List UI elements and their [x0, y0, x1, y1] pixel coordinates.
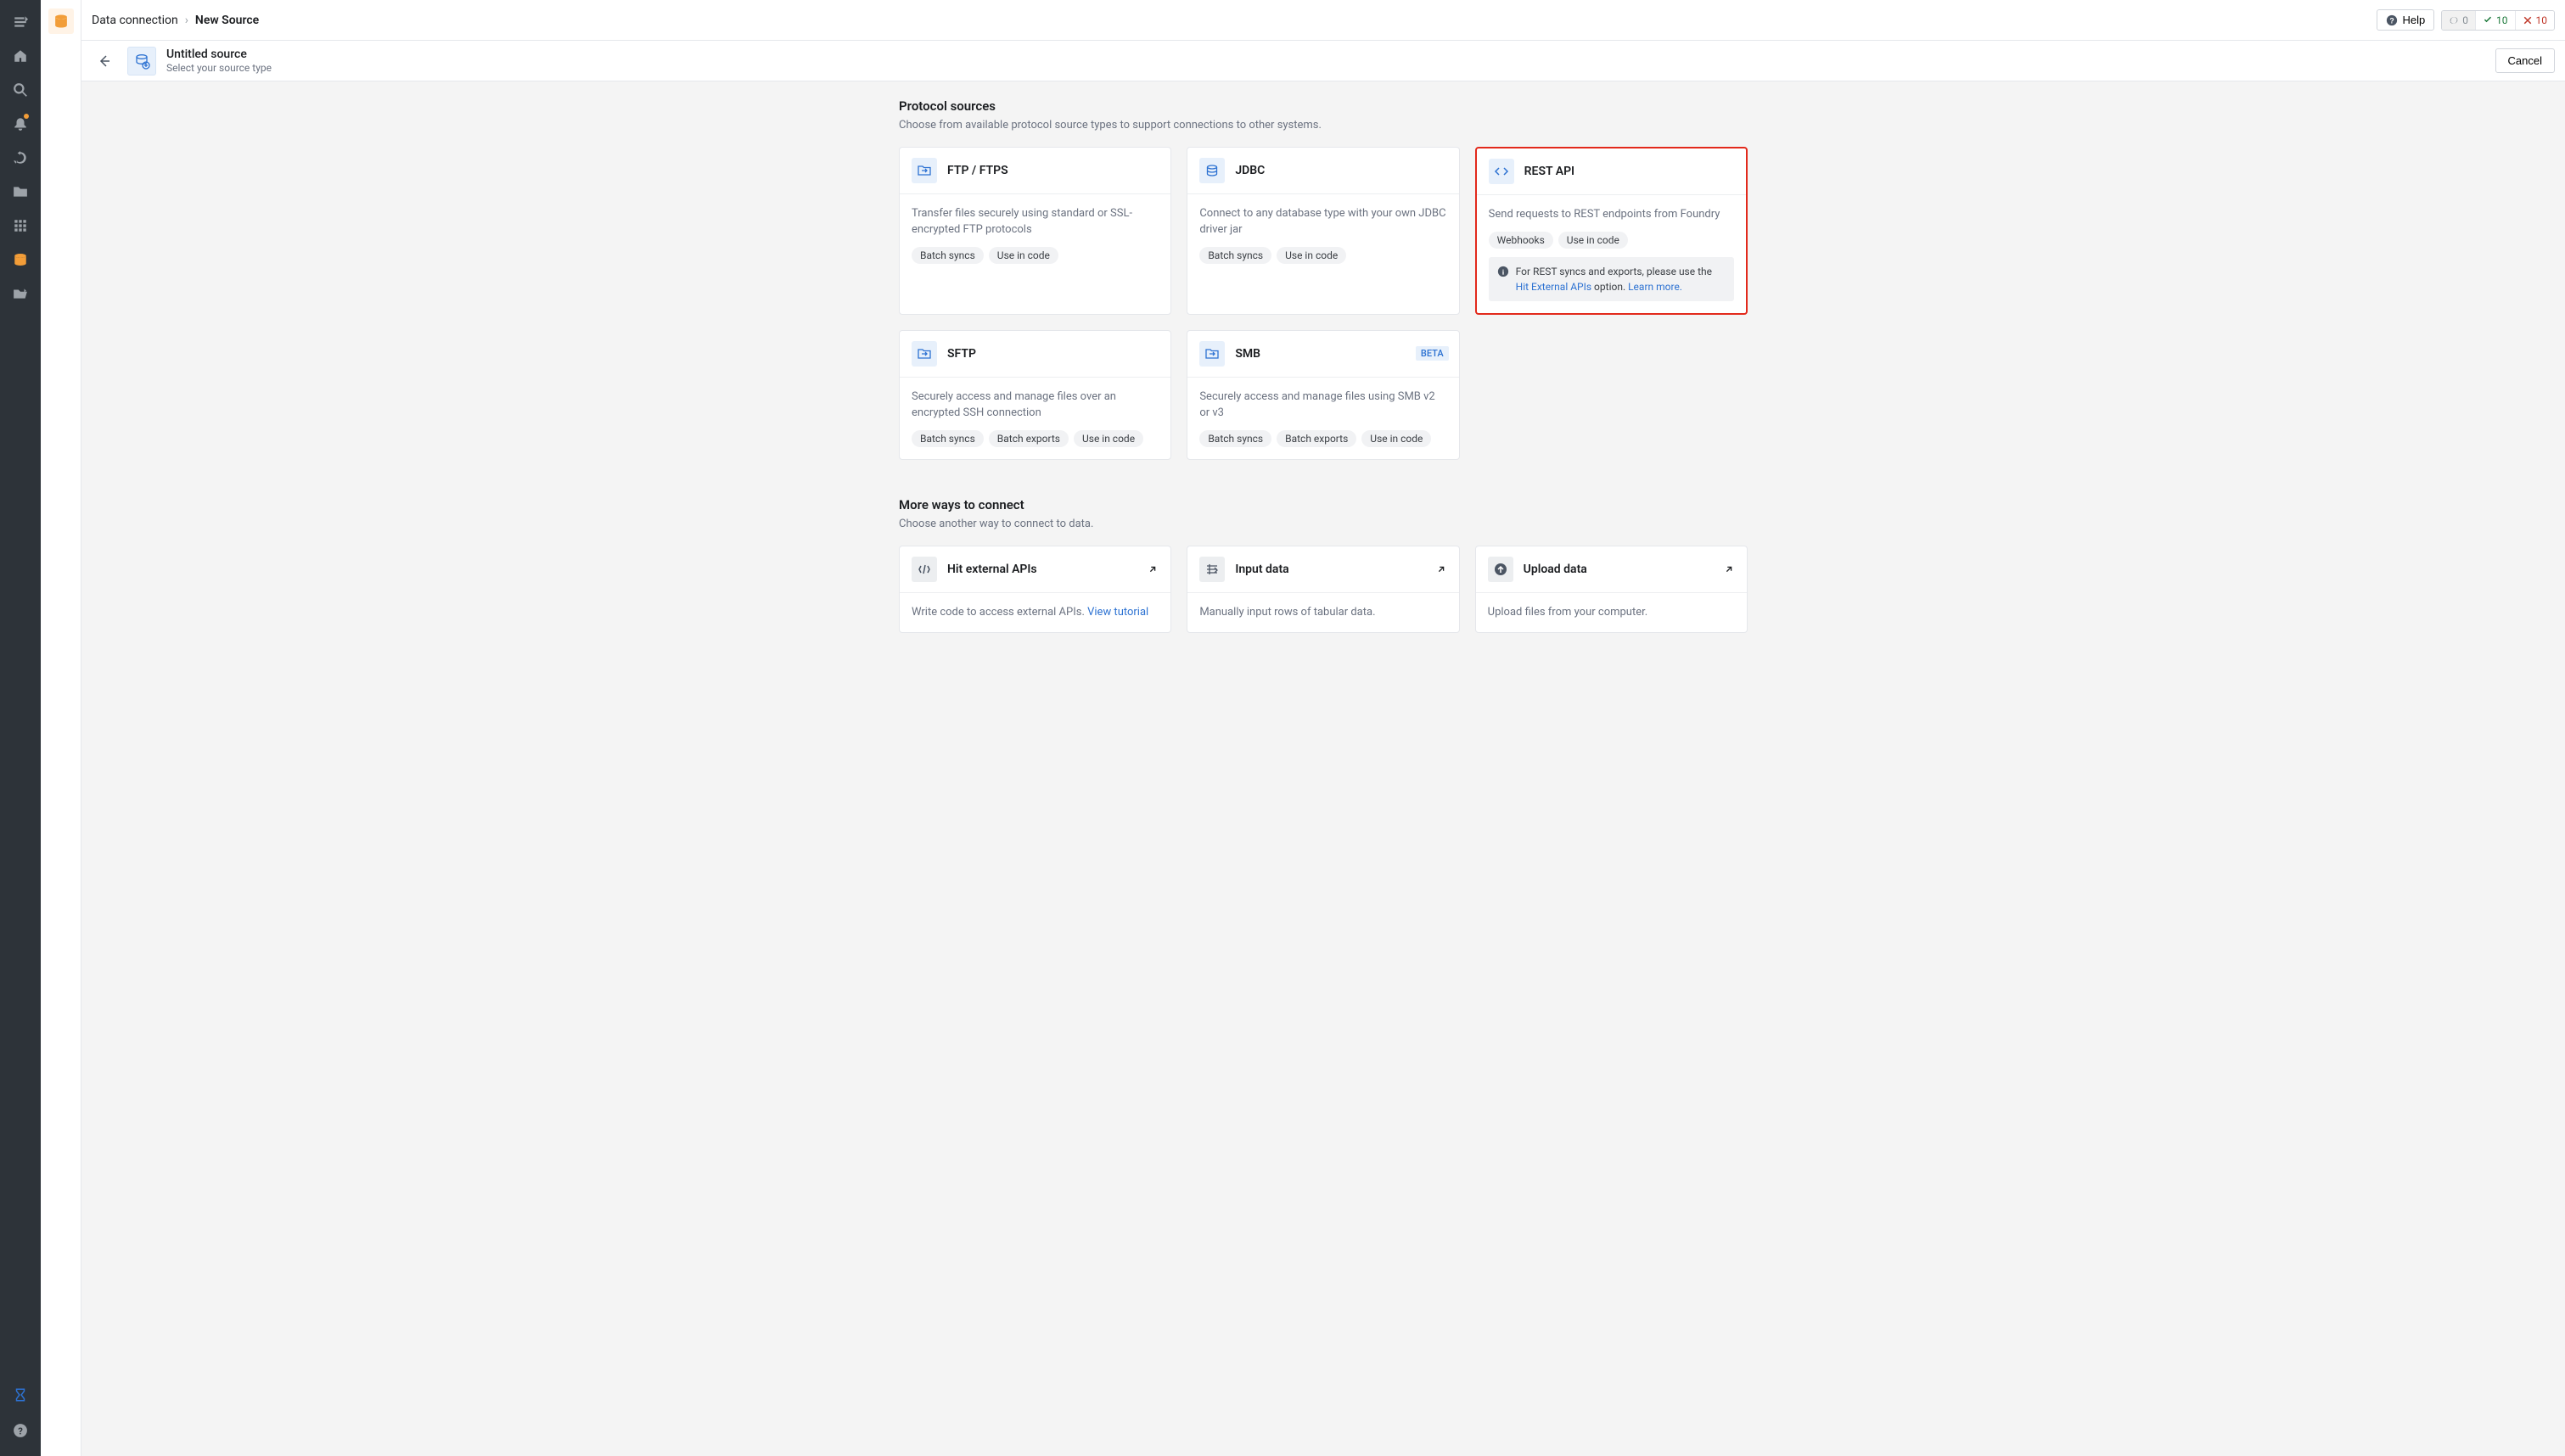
tag: Batch exports — [989, 430, 1069, 447]
protocol-section-title: Protocol sources — [899, 98, 1748, 114]
data-connection-icon[interactable] — [7, 246, 34, 273]
info-callout: i For REST syncs and exports, please use… — [1489, 257, 1734, 301]
code-icon — [1489, 159, 1514, 184]
external-arrow-icon — [1723, 563, 1735, 575]
card-upload-data[interactable]: Upload data Upload files from your compu… — [1475, 546, 1748, 634]
card-smb[interactable]: SMB BETA Securely access and manage file… — [1187, 330, 1459, 460]
status-group: 0 10 10 — [2441, 10, 2555, 31]
folder-transfer-icon — [1199, 341, 1225, 367]
tag: Batch syncs — [1199, 247, 1271, 264]
tag: Batch exports — [1277, 430, 1356, 447]
help-label: Help — [2403, 14, 2426, 26]
status-syncing[interactable]: 0 — [2442, 11, 2475, 30]
tag: Batch syncs — [912, 247, 984, 264]
top-bar: Data connection › New Source ? Help 0 10 — [81, 0, 2565, 41]
tag: Use in code — [1558, 232, 1628, 249]
status-ok[interactable]: 10 — [2475, 11, 2515, 30]
history-icon[interactable] — [7, 144, 34, 171]
view-tutorial-link[interactable]: View tutorial — [1087, 606, 1148, 619]
tag: Webhooks — [1489, 232, 1553, 249]
svg-text:?: ? — [2389, 16, 2394, 25]
card-ftp[interactable]: FTP / FTPS Transfer files securely using… — [899, 147, 1171, 315]
protocol-section-desc: Choose from available protocol source ty… — [899, 119, 1748, 132]
api-icon — [912, 557, 937, 582]
breadcrumb-current: New Source — [195, 14, 259, 27]
apps-grid-icon[interactable] — [7, 212, 34, 239]
tag: Batch syncs — [912, 430, 984, 447]
folder-icon[interactable] — [7, 178, 34, 205]
folder-transfer-icon — [912, 158, 937, 183]
breadcrumb: Data connection › New Source — [92, 14, 259, 27]
card-hit-external-apis[interactable]: Hit external APIs Write code to access e… — [899, 546, 1171, 634]
back-button[interactable] — [92, 48, 117, 74]
card-jdbc[interactable]: JDBC Connect to any database type with y… — [1187, 147, 1459, 315]
help-icon[interactable]: ? — [7, 1417, 34, 1444]
database-icon — [1199, 158, 1225, 183]
input-data-icon — [1199, 557, 1225, 582]
tag: Use in code — [1074, 430, 1143, 447]
learn-more-link[interactable]: Learn more. — [1628, 281, 1682, 293]
more-section-title: More ways to connect — [899, 497, 1748, 512]
folder-transfer-icon — [912, 341, 937, 367]
home-icon[interactable] — [7, 42, 34, 70]
source-title: Untitled source — [166, 47, 272, 62]
breadcrumb-parent[interactable]: Data connection — [92, 14, 178, 27]
tag: Use in code — [1361, 430, 1431, 447]
source-subtitle: Select your source type — [166, 62, 272, 76]
hourglass-icon[interactable] — [7, 1381, 34, 1408]
hit-external-apis-link[interactable]: Hit External APIs — [1516, 281, 1591, 293]
folder-open-icon[interactable] — [7, 280, 34, 307]
card-rest-api[interactable]: REST API Send requests to REST endpoints… — [1475, 147, 1748, 315]
tag: Use in code — [1277, 247, 1346, 264]
help-button[interactable]: ? Help — [2377, 9, 2435, 31]
upload-icon — [1488, 557, 1513, 582]
more-section-desc: Choose another way to connect to data. — [899, 518, 1748, 530]
sidebar-expand-icon[interactable] — [7, 8, 34, 36]
tag: Batch syncs — [1199, 430, 1271, 447]
source-icon — [127, 47, 156, 76]
app-badge-column — [41, 0, 81, 1456]
beta-badge: BETA — [1416, 346, 1449, 361]
external-arrow-icon — [1147, 563, 1159, 575]
card-input-data[interactable]: Input data Manually input rows of tabula… — [1187, 546, 1459, 634]
subheader: Untitled source Select your source type … — [81, 41, 2565, 81]
card-sftp[interactable]: SFTP Securely access and manage files ov… — [899, 330, 1171, 460]
cancel-button[interactable]: Cancel — [2495, 48, 2555, 73]
tag: Use in code — [989, 247, 1058, 264]
info-icon: i — [1497, 266, 1509, 277]
external-arrow-icon — [1435, 563, 1447, 575]
chevron-right-icon: › — [185, 14, 188, 27]
left-sidebar: ? — [0, 0, 41, 1456]
app-badge — [48, 8, 74, 34]
svg-text:?: ? — [18, 1426, 23, 1437]
status-error[interactable]: 10 — [2515, 11, 2555, 30]
notifications-icon[interactable] — [7, 110, 34, 137]
search-icon[interactable] — [7, 76, 34, 104]
